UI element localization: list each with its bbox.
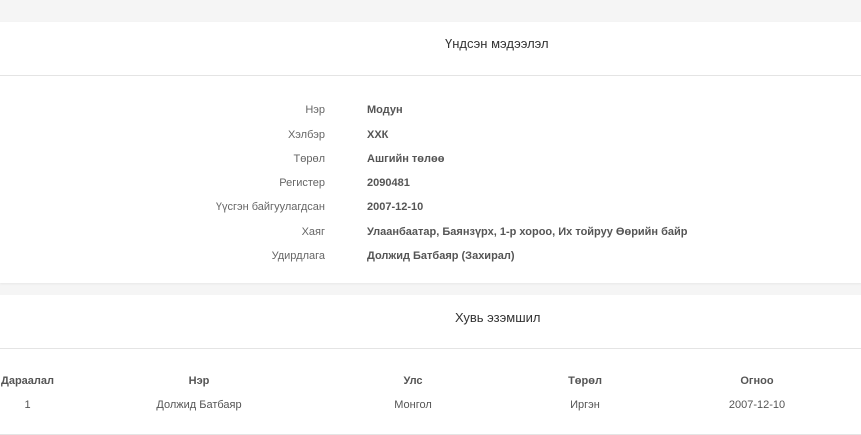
info-value: 2090481	[367, 177, 410, 189]
info-label: Үүсгэн байгуулагдсан	[215, 201, 325, 213]
info-value: Ашгийн төлөө	[367, 153, 445, 165]
info-row-management: Удирдлага Должид Батбаяр (Захирал)	[0, 246, 861, 266]
info-label: Нэр	[305, 104, 325, 116]
table-cell-date: 2007-12-10	[728, 399, 786, 411]
info-row-type: Төрөл Ашгийн төлөө	[0, 149, 861, 169]
info-value: Модун	[367, 104, 403, 116]
basic-info-title: Үндсэн мэдээлэл	[445, 36, 549, 51]
ownership-header: Хувь эзэмшил	[0, 295, 861, 349]
info-value: Улаанбаатар, Баянзүрх, 1-р хороо, Их той…	[367, 226, 688, 238]
info-value: 2007-12-10	[367, 201, 424, 213]
ownership-title: Хувь эзэмшил	[455, 310, 541, 325]
info-value: Должид Батбаяр (Захирал)	[367, 250, 515, 262]
ownership-card: Хувь эзэмшил Дараалал Нэр Улс Төрөл Огно…	[0, 295, 861, 435]
basic-info-header: Үндсэн мэдээлэл	[0, 22, 861, 76]
info-value: ХХК	[367, 129, 389, 141]
info-label: Хаяг	[301, 226, 325, 238]
info-label: Регистер	[279, 177, 325, 189]
column-header-country: Улс	[403, 375, 423, 387]
info-row-form: Хэлбэр ХХК	[0, 125, 861, 145]
table-cell-country: Монгол	[394, 399, 432, 411]
basic-info-card: Үндсэн мэдээлэл Нэр Модун Хэлбэр ХХК Төр…	[0, 22, 861, 283]
table-cell-type: Иргэн	[570, 399, 600, 411]
ownership-table: Дараалал Нэр Улс Төрөл Огноо 1 Должид Ба…	[0, 369, 861, 417]
info-label: Хэлбэр	[287, 129, 325, 141]
table-cell-name: Должид Батбаяр	[156, 399, 242, 411]
column-header-name: Нэр	[188, 375, 210, 387]
table-header-row: Дараалал Нэр Улс Төрөл Огноо	[0, 369, 861, 393]
column-header-date: Огноо	[740, 375, 774, 387]
column-header-order: Дараалал	[0, 375, 54, 387]
info-label: Удирдлага	[271, 250, 325, 262]
info-row-address: Хаяг Улаанбаатар, Баянзүрх, 1-р хороо, И…	[0, 222, 861, 242]
info-label: Төрөл	[293, 153, 326, 165]
info-row-register: Регистер 2090481	[0, 173, 861, 193]
table-row: 1 Должид Батбаяр Монгол Иргэн 2007-12-10	[0, 393, 861, 417]
column-header-type: Төрөл	[568, 375, 602, 387]
table-cell-order: 1	[24, 399, 31, 411]
info-row-name: Нэр Модун	[0, 100, 861, 120]
info-row-founded: Үүсгэн байгуулагдсан 2007-12-10	[0, 197, 861, 217]
